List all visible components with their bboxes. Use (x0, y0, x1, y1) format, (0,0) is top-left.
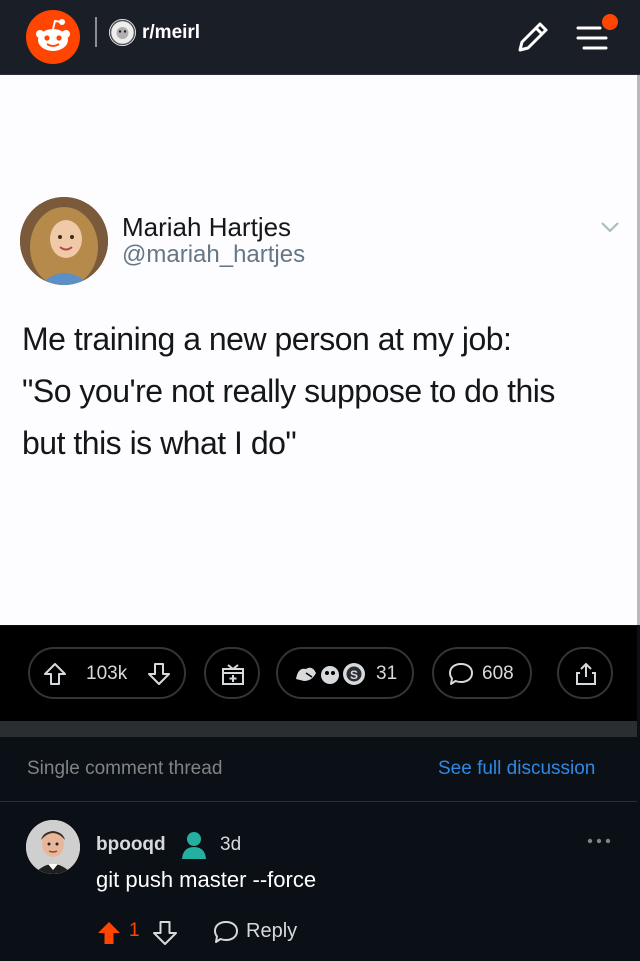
awards-count: 31 (376, 663, 398, 684)
tweet-text: Me training a new person at my job: "So … (22, 313, 622, 469)
comment: bpooqd 3d git push master --force 1 Repl… (0, 802, 640, 961)
svg-text:S: S (350, 668, 358, 682)
post-action-bar: 103k S 31 608 (0, 626, 637, 721)
top-navigation-bar: r/meirl (0, 0, 640, 75)
upvote-icon[interactable] (42, 661, 68, 687)
user-status-icon (180, 830, 208, 860)
thread-bar: Single comment thread See full discussio… (0, 737, 637, 802)
chevron-down-icon (598, 215, 622, 239)
share-button[interactable] (557, 647, 613, 699)
downvote-icon[interactable] (152, 920, 178, 946)
comment-icon (449, 663, 473, 685)
awards-icon: S (296, 663, 365, 685)
share-icon (576, 662, 596, 685)
reddit-logo-icon[interactable] (26, 10, 80, 64)
header-divider (95, 17, 97, 47)
comment-author-avatar[interactable] (26, 820, 80, 874)
subreddit-avatar[interactable] (109, 19, 136, 46)
comment-score: 1 (129, 920, 140, 941)
tweet-line: but this is what I do" (22, 425, 297, 461)
comment-body: git push master --force (96, 867, 317, 892)
pencil-icon[interactable] (510, 14, 554, 58)
comment-author[interactable]: bpooqd (96, 834, 166, 856)
thread-label: Single comment thread (27, 758, 223, 779)
more-icon[interactable] (586, 834, 612, 846)
give-award-button[interactable] (204, 647, 260, 699)
tweet-line: "So you're not really suppose to do this (22, 373, 555, 409)
vote-pill: 103k (28, 647, 186, 699)
subreddit-name[interactable]: r/meirl (142, 19, 200, 47)
section-divider (0, 721, 637, 737)
see-full-discussion-link[interactable]: See full discussion (438, 758, 595, 780)
reply-icon[interactable] (212, 918, 240, 946)
comments-button[interactable]: 608 (432, 647, 532, 699)
downvote-icon[interactable] (146, 661, 172, 687)
vote-count: 103k (86, 663, 128, 684)
menu-icon[interactable] (572, 14, 620, 58)
post-image[interactable]: Mariah Hartjes @mariah_hartjes Me traini… (0, 75, 640, 625)
tweet-author-handle: @mariah_hartjes (122, 241, 306, 268)
comments-count: 608 (482, 663, 514, 684)
gift-icon (222, 664, 244, 685)
tweet-author-avatar (20, 197, 108, 285)
reply-button[interactable]: Reply (246, 920, 297, 943)
tweet-line: Me training a new person at my job: (22, 321, 512, 357)
upvote-icon[interactable] (96, 920, 122, 946)
tweet-author-name: Mariah Hartjes (122, 212, 292, 242)
comment-timestamp: 3d (220, 834, 242, 855)
awards-pill[interactable]: S 31 (276, 647, 414, 699)
